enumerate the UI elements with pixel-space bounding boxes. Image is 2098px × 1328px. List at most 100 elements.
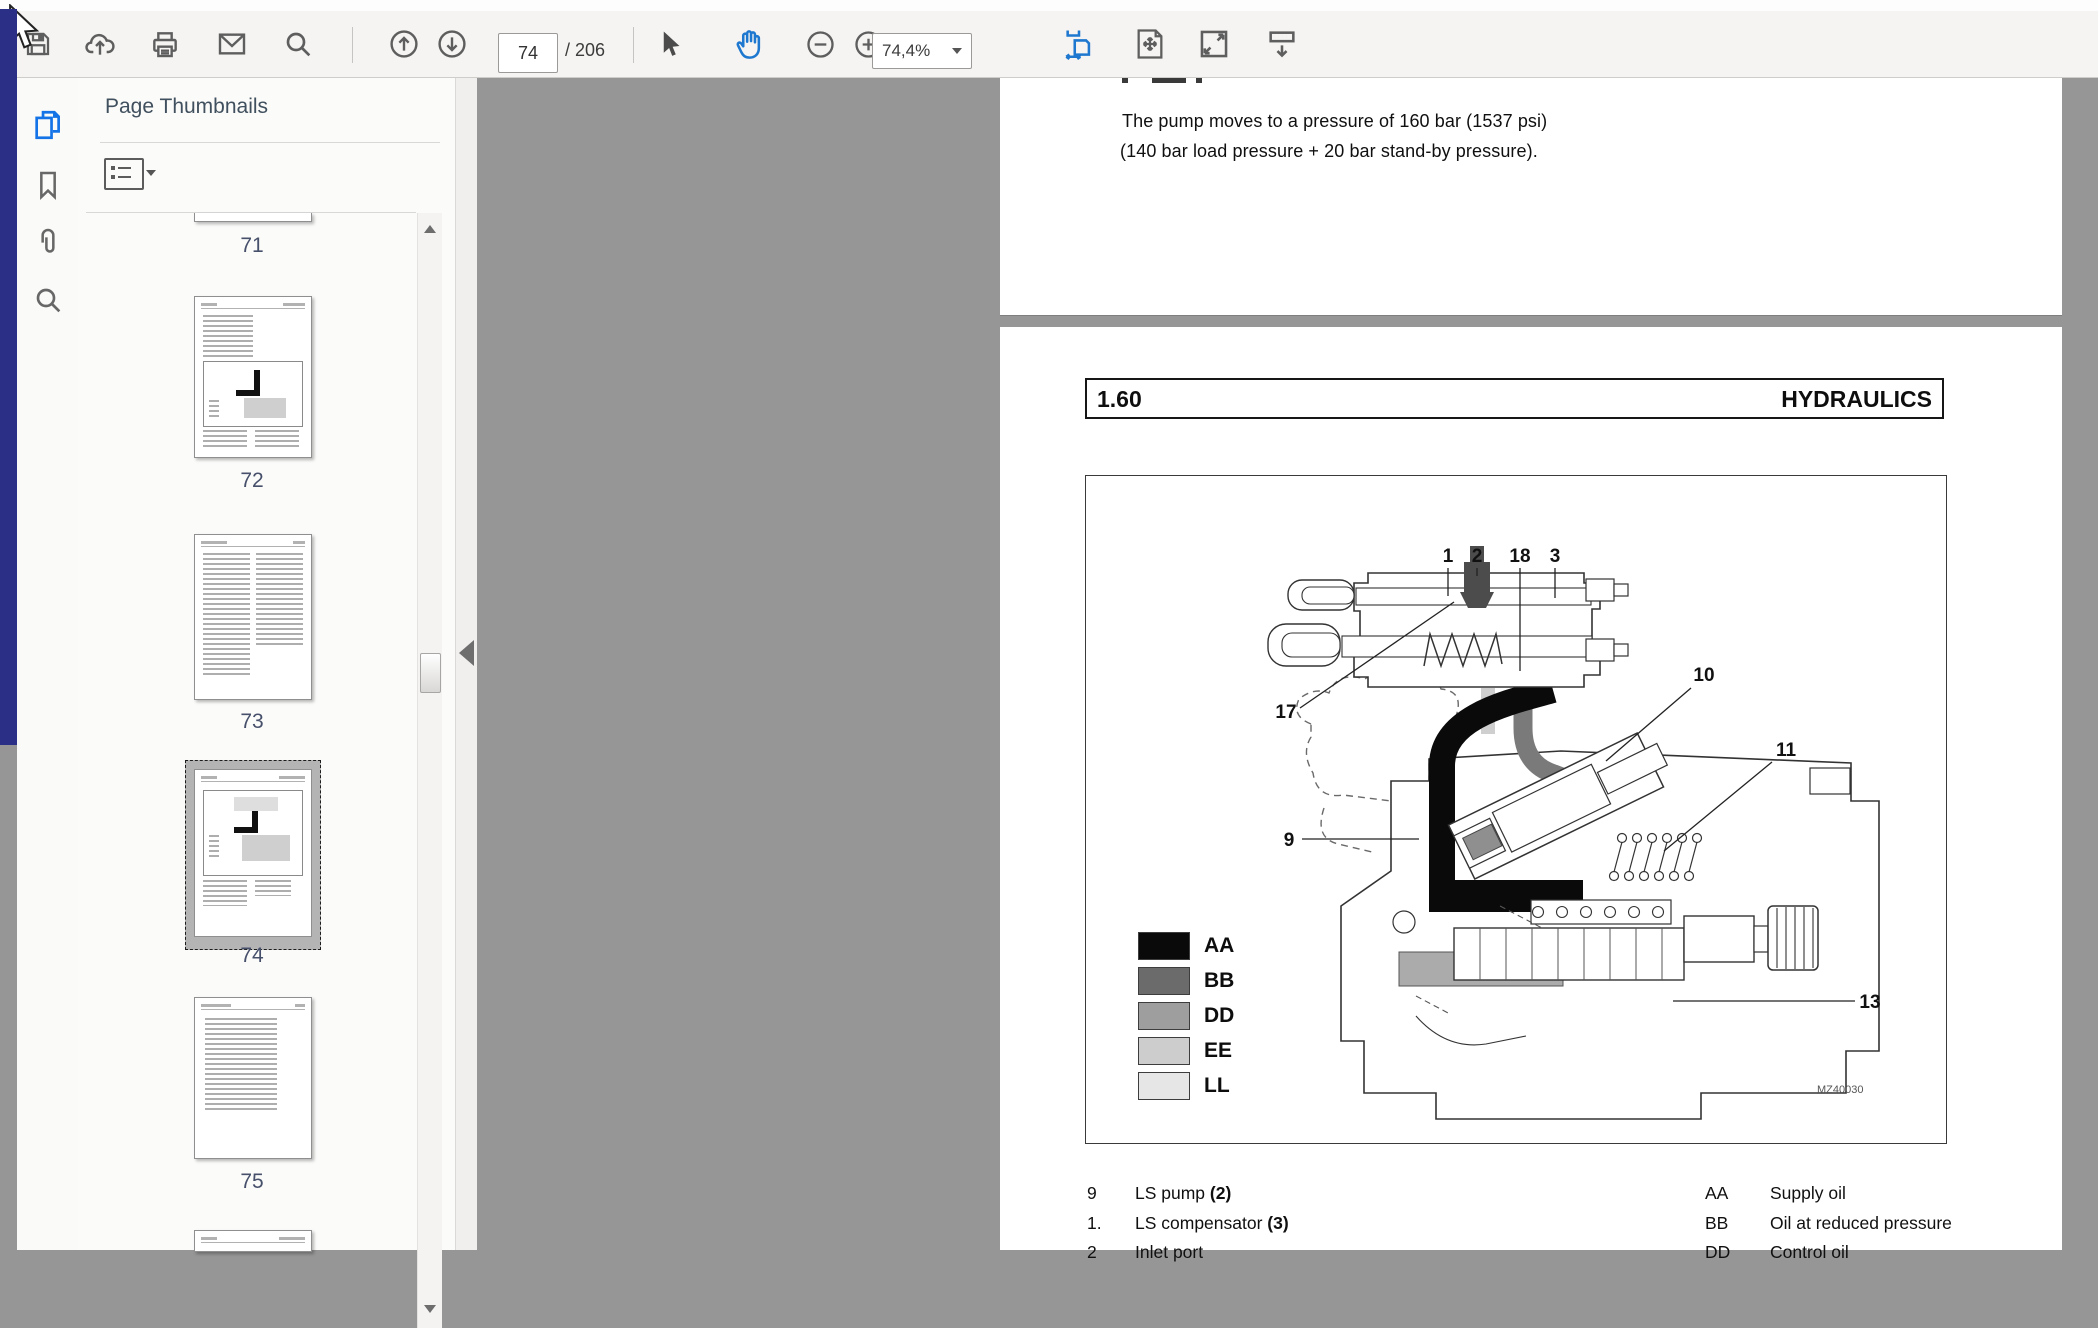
part-num: 1. [1087,1213,1102,1234]
callout-3: 3 [1550,546,1561,567]
callout-13: 13 [1859,992,1880,1013]
select-tool-button[interactable] [648,21,692,67]
thumbnail-options-button[interactable] [104,158,144,190]
thumbnail-page-71[interactable] [194,213,312,222]
fluid-code: AA [1705,1183,1728,1204]
navigation-pane-buttons [17,78,79,1250]
panel-divider [100,142,440,143]
thumbnail-page-73[interactable] [194,534,312,700]
scrollbar-thumb[interactable] [420,653,441,693]
scroll-up-arrow-icon[interactable] [424,225,436,233]
upload-button[interactable] [78,21,122,67]
thumbnail-scrollbar[interactable] [417,213,442,1328]
legend-label-EE: EE [1204,1039,1232,1063]
thumbnail-page-74[interactable] [194,769,312,937]
hide-toolbar-button[interactable] [1260,21,1304,67]
panel-title: Page Thumbnails [105,95,268,119]
collapse-panel-arrow[interactable] [459,640,474,666]
bookmarks-nav-button[interactable] [29,166,67,204]
printer-icon [149,28,181,60]
email-button[interactable] [210,21,254,67]
body-text-line-1: The pump moves to a pressure of 160 bar … [1122,111,1547,132]
thumbnail-selection-74[interactable] [185,760,321,950]
legend-label-AA: AA [1204,934,1234,958]
body-text-line-2: (140 bar load pressure + 20 bar stand-by… [1120,141,1538,162]
toolbar-separator [352,27,353,63]
search-nav-button[interactable] [29,281,67,319]
part-num: 2 [1087,1242,1097,1263]
fluid-desc: Supply oil [1770,1183,1846,1204]
chevron-down-icon [952,48,962,54]
toolbar-separator [633,27,634,63]
thumbnail-label-72: 72 [194,469,310,493]
page-count-label: / 206 [565,40,605,61]
callout-17: 17 [1275,702,1296,723]
page-down-icon [436,28,468,60]
page-thumbnails-nav-button[interactable] [29,106,67,144]
actual-size-icon [1197,27,1231,61]
legend-swatch-AA [1138,932,1190,960]
callout-18: 18 [1509,546,1530,567]
window-top-strip [0,0,2098,11]
part-name: LS pump (2) [1135,1183,1231,1204]
legend-label-DD: DD [1204,1004,1234,1028]
cloud-upload-icon [84,28,116,60]
thumbnail-page-72[interactable] [194,296,312,458]
zoom-level-dropdown[interactable]: 74,4% [872,33,972,69]
attachments-nav-button[interactable] [29,223,67,261]
page-thumbnails-panel: Page Thumbnails 71 [78,78,455,1250]
part-name: Inlet port [1135,1242,1203,1263]
page-thumbnails-icon [31,108,65,142]
hide-toolbar-icon [1265,27,1299,61]
section-header-box: 1.60 HYDRAULICS [1085,378,1944,419]
figure-box: 1 2 18 3 17 10 11 9 13 AA BB [1085,475,1947,1144]
fit-page-icon [1133,27,1167,61]
document-page-74: 1.60 HYDRAULICS [1000,327,2062,1250]
callout-9: 9 [1284,830,1295,851]
callout-2: 2 [1472,546,1483,567]
thumbnail-page-75[interactable] [194,997,312,1159]
chevron-down-icon [146,170,156,176]
search-icon [32,284,64,316]
callout-10: 10 [1693,665,1714,686]
next-page-button[interactable] [430,21,474,67]
left-blue-strip [0,9,17,745]
fit-page-button[interactable] [1128,21,1172,67]
legend-swatch-BB [1138,967,1190,995]
document-page-73: The pump moves to a pressure of 160 bar … [1000,78,2062,315]
print-button[interactable] [143,21,187,67]
bookmark-icon [32,169,64,201]
paperclip-icon [32,226,64,258]
application-window: / 206 74,4% [0,0,2098,1250]
previous-page-button[interactable] [382,21,426,67]
fluid-desc: Control oil [1770,1242,1849,1263]
page-up-icon [388,28,420,60]
legend-label-BB: BB [1204,969,1234,993]
toolbar: / 206 74,4% [0,11,2098,78]
scroll-down-arrow-icon[interactable] [424,1305,436,1313]
fit-width-icon [1062,27,1096,61]
page-number-input[interactable] [498,33,558,73]
callout-11: 11 [1776,740,1797,761]
thumbnail-label-71: 71 [194,234,310,258]
thumbnail-page-76[interactable] [194,1230,312,1252]
fluid-code: DD [1705,1242,1730,1263]
envelope-icon [216,28,248,60]
section-title: HYDRAULICS [1781,386,1932,413]
search-button[interactable] [276,21,320,67]
legend-swatch-DD [1138,1002,1190,1030]
pointer-icon [655,29,685,59]
callout-1: 1 [1443,546,1454,567]
legend-swatch-EE [1138,1037,1190,1065]
part-name: LS compensator (3) [1135,1213,1289,1234]
actual-size-button[interactable] [1192,21,1236,67]
search-icon [282,28,314,60]
legend-label-LL: LL [1204,1074,1230,1098]
zoom-out-icon [805,29,836,60]
section-number: 1.60 [1097,386,1142,413]
fit-width-button[interactable] [1057,21,1101,67]
part-num: 9 [1087,1183,1097,1204]
zoom-out-button[interactable] [798,21,842,67]
hand-tool-button[interactable] [728,21,772,67]
thumbnail-label-73: 73 [194,710,310,734]
